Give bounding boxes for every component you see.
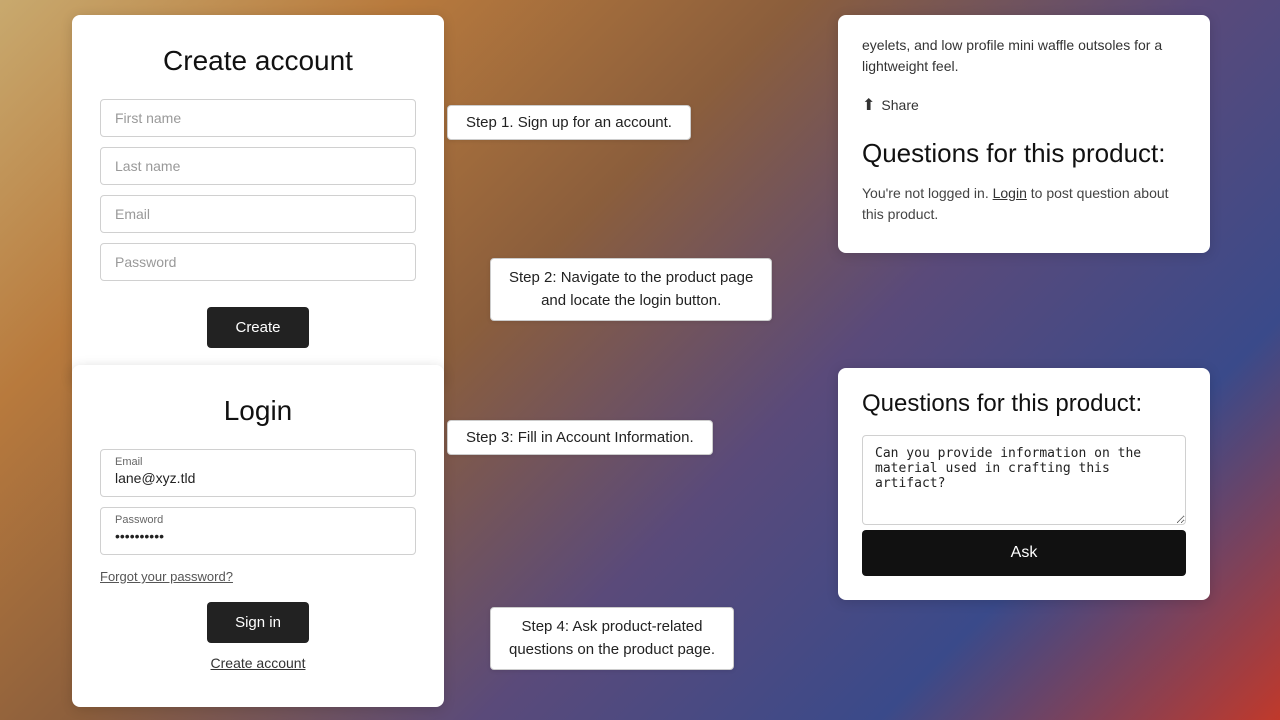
- sign-in-button[interactable]: Sign in: [207, 602, 309, 643]
- product-questions-title-2: Questions for this product:: [862, 388, 1186, 419]
- question-textarea[interactable]: Can you provide information on the mater…: [862, 435, 1186, 525]
- product-card-2: Questions for this product: Can you prov…: [838, 368, 1210, 600]
- first-name-input[interactable]: [100, 99, 416, 137]
- password-input[interactable]: [100, 243, 416, 281]
- last-name-input[interactable]: [100, 147, 416, 185]
- step-3-bubble: Step 3: Fill in Account Information.: [447, 420, 713, 455]
- forgot-password-link[interactable]: Forgot your password?: [100, 569, 233, 584]
- share-icon: ⬆: [862, 95, 875, 115]
- question-textarea-wrapper: Can you provide information on the mater…: [862, 435, 1186, 530]
- password-label: Password: [115, 514, 401, 526]
- login-title: Login: [100, 395, 416, 427]
- password-input-group: Password: [100, 507, 416, 555]
- login-card: Login Email Password Forgot your passwor…: [72, 365, 444, 707]
- not-logged-in-prefix: You're not logged in.: [862, 185, 989, 201]
- product-card-1: eyelets, and low profile mini waffle out…: [838, 15, 1210, 253]
- email-label: Email: [115, 456, 401, 468]
- create-button[interactable]: Create: [207, 307, 308, 348]
- step-1-bubble: Step 1. Sign up for an account.: [447, 105, 691, 140]
- step-2-text: Step 2: Navigate to the product page and…: [509, 269, 753, 309]
- share-button[interactable]: ⬆ Share: [862, 91, 919, 119]
- not-logged-in-text: You're not logged in. Login to post ques…: [862, 183, 1186, 225]
- login-password-input[interactable]: [115, 528, 401, 544]
- share-label: Share: [881, 97, 918, 113]
- email-input-group: Email: [100, 449, 416, 497]
- create-account-link[interactable]: Create account: [100, 655, 416, 671]
- email-input[interactable]: [100, 195, 416, 233]
- create-account-card: Create account Create: [72, 15, 444, 384]
- ask-button[interactable]: Ask: [862, 530, 1186, 576]
- login-email-input[interactable]: [115, 470, 401, 486]
- product-questions-title-1: Questions for this product:: [862, 137, 1186, 171]
- step-2-bubble: Step 2: Navigate to the product page and…: [490, 258, 772, 321]
- create-account-title: Create account: [100, 45, 416, 77]
- step-4-text: Step 4: Ask product-related questions on…: [509, 618, 715, 658]
- product-description: eyelets, and low profile mini waffle out…: [862, 35, 1186, 77]
- step-4-bubble: Step 4: Ask product-related questions on…: [490, 607, 734, 670]
- login-link[interactable]: Login: [993, 185, 1027, 201]
